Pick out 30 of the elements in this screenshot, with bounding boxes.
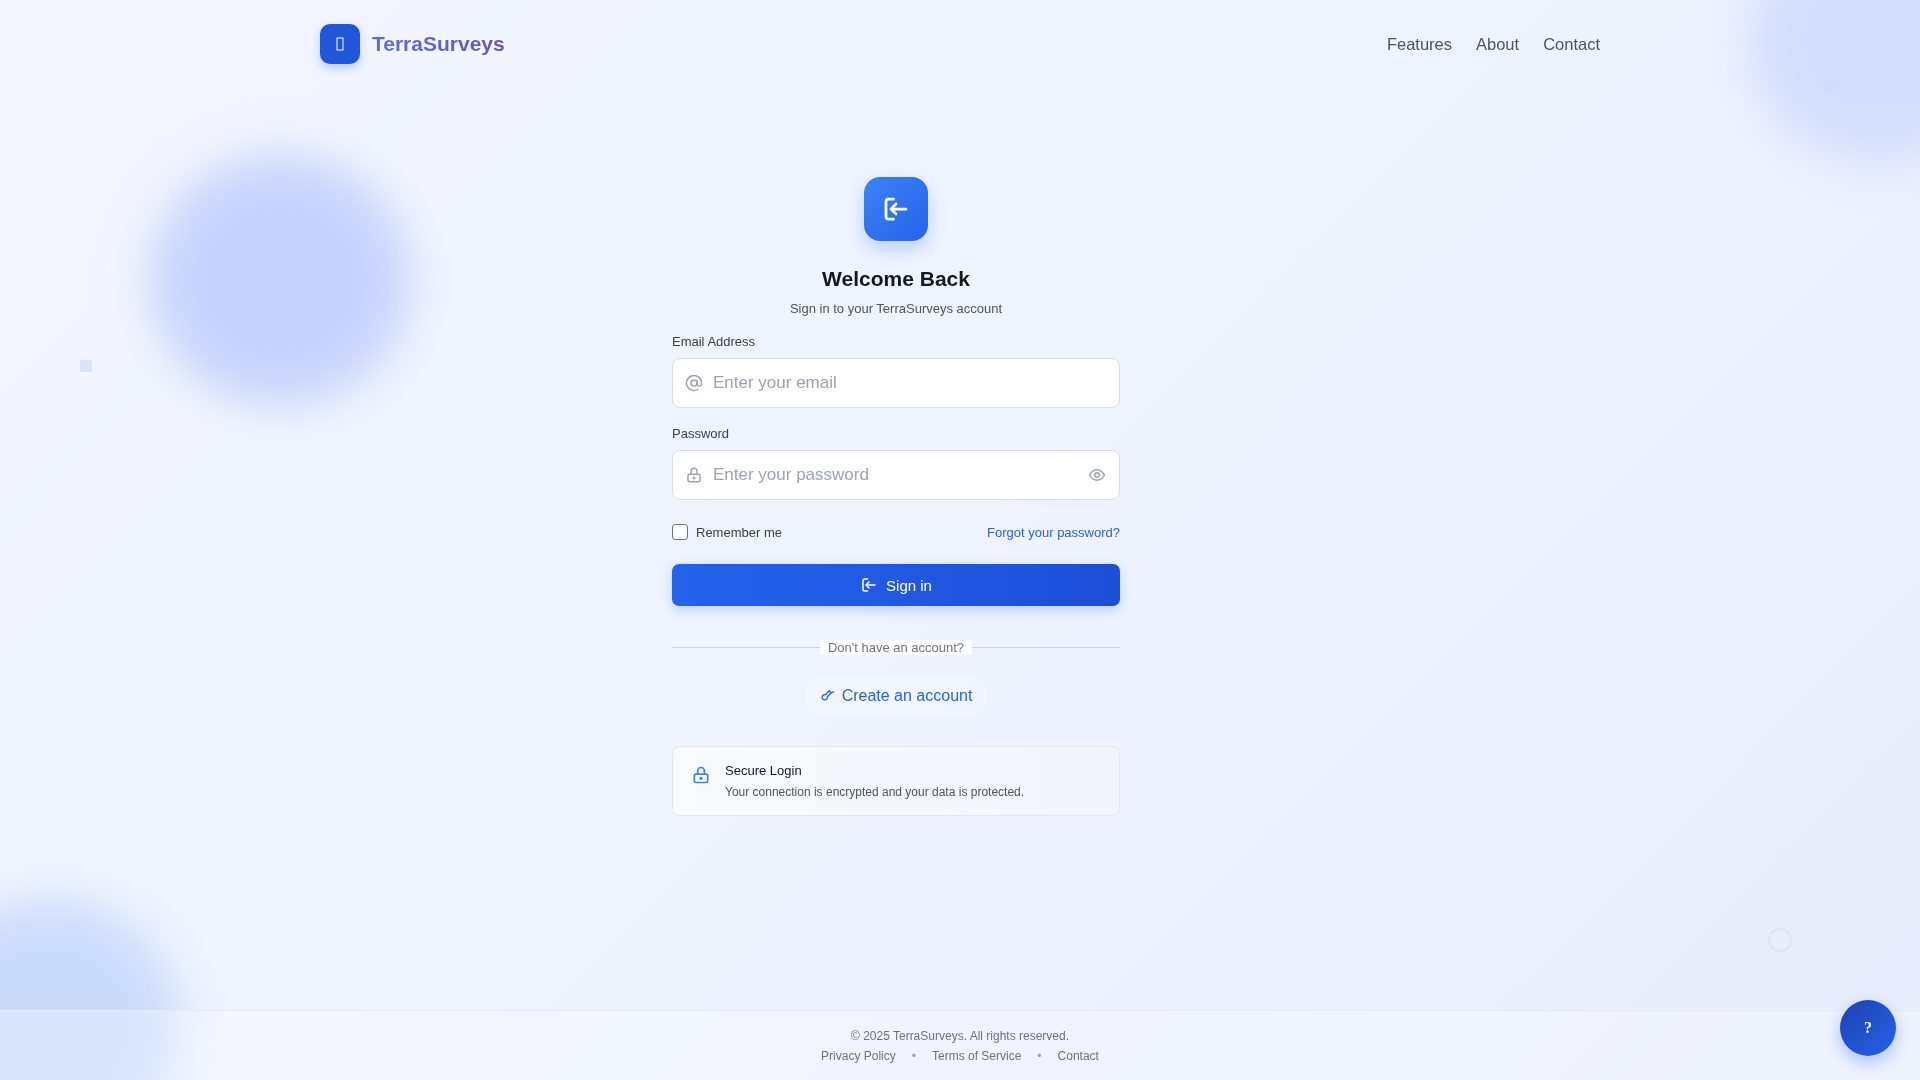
password-field[interactable]: Enter your password	[672, 450, 1120, 500]
help-button[interactable]: ?	[1840, 1000, 1896, 1056]
forgot-password-link[interactable]: Forgot your password?	[987, 524, 1120, 540]
copyright-text: © 2025 TerraSurveys. All rights reserved.	[850, 1028, 1070, 1043]
divider-text: Don't have an account?	[819, 639, 973, 655]
create-account-button[interactable]: Create an account	[805, 678, 987, 714]
page-title: Welcome Back	[822, 266, 970, 292]
field-label: Email Address	[672, 334, 757, 349]
sign-in-button[interactable]: Sign in	[672, 564, 1120, 606]
remember-label: Remember me	[696, 524, 782, 540]
lock-icon	[691, 765, 711, 785]
pen-icon	[819, 688, 836, 704]
separator-dot: •	[911, 1048, 916, 1063]
notice-title: Secure Login	[725, 763, 803, 778]
logo-icon[interactable]	[320, 24, 360, 64]
notice-text: Your connection is encrypted and your data is protected.	[725, 785, 1025, 799]
separator-dot: •	[1037, 1048, 1042, 1063]
nav-link[interactable]: About	[1476, 34, 1520, 54]
footer-link[interactable]: Contact	[1057, 1048, 1099, 1063]
footer-link[interactable]: Terms of Service	[932, 1048, 1022, 1063]
footer-link[interactable]: Privacy Policy	[821, 1048, 896, 1063]
remember-checkbox[interactable]	[672, 524, 688, 540]
eye-icon[interactable]	[1088, 466, 1106, 484]
nav-link[interactable]: Features	[1386, 34, 1452, 54]
sign-in-icon	[864, 177, 928, 241]
email-field[interactable]: Enter your email	[672, 358, 1120, 408]
page-subtitle: Sign in to your TerraSurveys account	[789, 301, 1003, 316]
field-label: Password	[672, 426, 731, 441]
nav-link[interactable]: Contact	[1543, 34, 1600, 54]
sign-in-icon	[860, 576, 879, 594]
